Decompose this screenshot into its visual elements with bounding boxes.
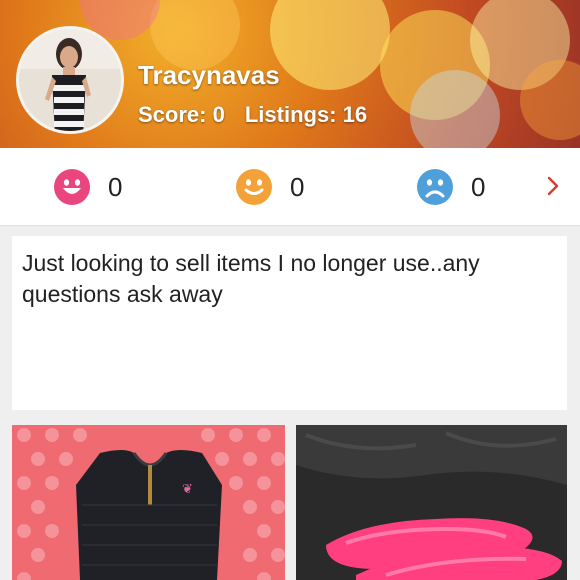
avatar[interactable] [16, 26, 124, 134]
neutral-face-icon [236, 169, 272, 205]
bio-text: Just looking to sell items I no longer u… [12, 236, 567, 410]
sad-count: 0 [471, 171, 486, 202]
listing-tile[interactable] [296, 425, 567, 580]
profile-header: Tracynavas Score: 0 Listings: 16 [0, 0, 580, 148]
chevron-right-icon [547, 176, 559, 196]
rating-neutral[interactable]: 0 [236, 168, 304, 206]
happy-face-icon [54, 169, 90, 205]
profile-stats: Score: 0 Listings: 16 [138, 102, 367, 128]
avatar-photo [19, 29, 121, 131]
svg-text:❦: ❦ [182, 481, 193, 496]
rating-sad[interactable]: 0 [417, 168, 485, 206]
ratings-bar[interactable]: 0 0 0 [0, 148, 580, 226]
username: Tracynavas [138, 60, 280, 90]
sad-face-icon [417, 169, 453, 205]
neutral-count: 0 [290, 171, 305, 202]
listing-tile[interactable]: ❦ [12, 425, 285, 580]
happy-count: 0 [108, 171, 123, 202]
score-label: Score: [138, 102, 207, 127]
rating-happy[interactable]: 0 [54, 168, 122, 206]
score-value: 0 [212, 102, 225, 127]
listings-label[interactable]: Listings: [245, 102, 337, 127]
bokeh-light [270, 0, 390, 90]
pink-shoes-photo [296, 425, 567, 580]
black-dress-photo: ❦ [12, 425, 285, 580]
listings-value[interactable]: 16 [343, 102, 367, 127]
ratings-next-button[interactable] [540, 171, 566, 201]
